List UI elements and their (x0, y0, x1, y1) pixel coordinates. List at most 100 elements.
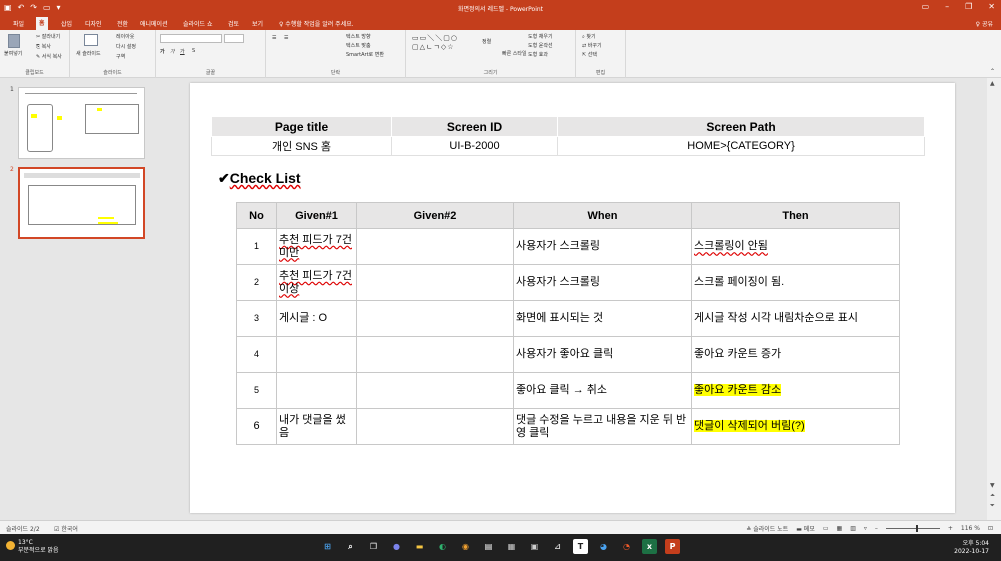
cut-button[interactable]: ✂ 잘라내기 (36, 33, 60, 40)
shape-fill-button[interactable]: 도형 채우기 (528, 33, 553, 40)
text-direction-button[interactable]: 텍스트 방향 (346, 33, 371, 40)
given1-text: 추천 피드가 7건 미만 (279, 233, 352, 259)
section-button[interactable]: 구역 (116, 53, 125, 60)
replace-button[interactable]: ⇄ 바꾸기 (582, 42, 602, 49)
page-info-table: Page title Screen ID Screen Path 개인 SNS … (211, 116, 925, 156)
italic-button[interactable]: 가 (170, 48, 175, 55)
slideshow-view-icon[interactable]: ▿ (864, 525, 867, 532)
highlighted-then: 댓글이 삭제되어 버림(?) (694, 420, 805, 433)
task-view-icon[interactable]: ❐ (366, 539, 381, 554)
bullets-icon[interactable]: ☰ (272, 35, 276, 41)
fit-slide-icon[interactable]: ⊡ (988, 525, 993, 532)
chrome-icon[interactable]: ◉ (458, 539, 473, 554)
mini-highlight (31, 114, 37, 118)
new-slide-icon[interactable] (84, 34, 98, 46)
app-icon[interactable]: ▣ (527, 539, 542, 554)
edge-icon[interactable]: ◐ (435, 539, 450, 554)
replace-label: 바꾸기 (587, 43, 602, 49)
next-slide-icon[interactable]: ⏷ (990, 502, 995, 510)
slide-thumbnail-2[interactable] (18, 167, 145, 239)
spellcheck-icon: ☑ (54, 526, 60, 533)
firefox-icon[interactable]: ◔ (619, 539, 634, 554)
strikethrough-button[interactable]: S (192, 48, 195, 54)
underline-button[interactable]: 가 (180, 48, 185, 55)
slide-thumbnail-pane: 1 2 (0, 78, 155, 520)
quick-styles-button[interactable]: 빠른 스타일 (502, 50, 527, 57)
tab-slideshow[interactable]: 슬라이드 쇼 (180, 18, 216, 29)
find-button[interactable]: ⌕ 찾기 (582, 33, 596, 40)
app-icon[interactable]: ⊿ (550, 539, 565, 554)
tab-animations[interactable]: 애니메이션 (137, 18, 171, 29)
tab-transitions[interactable]: 전환 (114, 18, 131, 29)
tab-file[interactable]: 파일 (10, 18, 27, 29)
vertical-scrollbar[interactable]: ▲ ▼ ⏶ ⏷ (987, 78, 1001, 520)
share-button[interactable]: ♀ 공유 (976, 19, 993, 28)
reading-view-icon[interactable]: ▥ (850, 525, 856, 532)
zoom-in-button[interactable]: + (948, 525, 953, 532)
tab-insert[interactable]: 삽입 (58, 18, 75, 29)
tab-home[interactable]: 홈 (36, 17, 48, 30)
col-when: When (513, 202, 692, 229)
font-name-box[interactable] (160, 34, 222, 43)
excel-icon[interactable]: x (642, 539, 657, 554)
smartart-button[interactable]: SmartArt로 변환 (346, 51, 384, 58)
taskbar-clock[interactable]: 오후 5:04 2022-10-17 (954, 540, 989, 556)
store-icon[interactable]: ▦ (504, 539, 519, 554)
tell-me-input[interactable]: ♀ 수행할 작업을 알려 주세요. (276, 18, 357, 29)
chat-icon[interactable]: ● (389, 539, 404, 554)
paste-button[interactable]: 붙여넣기 (4, 50, 22, 57)
scroll-down-icon[interactable]: ▼ (990, 482, 995, 489)
arrange-button[interactable]: 정렬 (482, 38, 491, 45)
zoom-slider[interactable] (885, 525, 940, 532)
col-given2: Given#2 (356, 202, 514, 229)
format-painter-button[interactable]: ✎ 서식 복사 (36, 53, 62, 60)
table-row: 4 사용자가 좋아요 클릭 좋아요 카운트 증가 (236, 336, 900, 373)
shape-outline-button[interactable]: 도형 윤곽선 (528, 42, 553, 49)
ribbon-display-icon[interactable]: ▭ (922, 2, 930, 11)
tab-view[interactable]: 보기 (249, 18, 266, 29)
zoom-slider-thumb[interactable] (915, 525, 918, 532)
numbering-icon[interactable]: ☰ (284, 35, 288, 41)
font-size-box[interactable] (224, 34, 244, 43)
language-indicator[interactable]: ☑ 한국어 (54, 524, 78, 533)
normal-view-icon[interactable]: ▭ (823, 525, 829, 532)
select-button[interactable]: ⇱ 선택 (582, 51, 597, 58)
align-text-button[interactable]: 텍스트 맞춤 (346, 42, 371, 49)
shape-effects-button[interactable]: 도형 효과 (528, 51, 548, 58)
tab-design[interactable]: 디자인 (82, 18, 105, 29)
minimize-button[interactable]: – (945, 2, 949, 11)
checkmark-icon: ✔ (218, 170, 230, 186)
search-icon[interactable]: ⌕ (343, 539, 358, 554)
scroll-up-icon[interactable]: ▲ (990, 80, 995, 87)
reset-button[interactable]: 다시 설정 (116, 43, 136, 50)
slide-thumbnail-1[interactable] (18, 87, 145, 159)
row-given1 (276, 372, 357, 409)
start-icon[interactable]: ⊞ (320, 539, 335, 554)
file-explorer-icon[interactable]: ▬ (412, 539, 427, 554)
shapes-row2-icon[interactable]: ▢△ㄴㄱ◇☆ (412, 42, 455, 52)
slide-sorter-icon[interactable]: ▦ (837, 525, 843, 532)
paste-icon[interactable] (8, 34, 20, 48)
notes-button[interactable]: ≙ 슬라이드 노트 (746, 524, 788, 533)
layout-button[interactable]: 레이아웃 (116, 33, 134, 40)
maximize-button[interactable]: ❐ (965, 2, 972, 11)
app-icon[interactable]: ◕ (596, 539, 611, 554)
weather-widget[interactable]: 13°C 부분적으로 맑음 (18, 539, 59, 555)
terminal-icon[interactable]: ▤ (481, 539, 496, 554)
new-slide-button[interactable]: 새 슬라이드 (76, 50, 101, 57)
copy-button[interactable]: ⎘ 복사 (36, 43, 51, 50)
powerpoint-icon[interactable]: P (665, 539, 680, 554)
teams-icon[interactable]: T (573, 539, 588, 554)
col-then: Then (691, 202, 900, 229)
collapse-ribbon-icon[interactable]: ⌃ (990, 68, 995, 75)
zoom-level[interactable]: 116 % (961, 525, 980, 532)
current-slide[interactable]: Page title Screen ID Screen Path 개인 SNS … (190, 83, 955, 513)
highlighted-then: 좋아요 카운트 감소 (694, 384, 782, 397)
prev-slide-icon[interactable]: ⏶ (990, 492, 995, 500)
comments-button[interactable]: ▬ 메모 (796, 524, 815, 533)
zoom-out-button[interactable]: – (875, 525, 878, 532)
tab-review[interactable]: 검토 (225, 18, 242, 29)
close-button[interactable]: ✕ (988, 2, 995, 11)
cut-label: 잘라내기 (41, 34, 61, 40)
bold-button[interactable]: 가 (160, 48, 165, 55)
